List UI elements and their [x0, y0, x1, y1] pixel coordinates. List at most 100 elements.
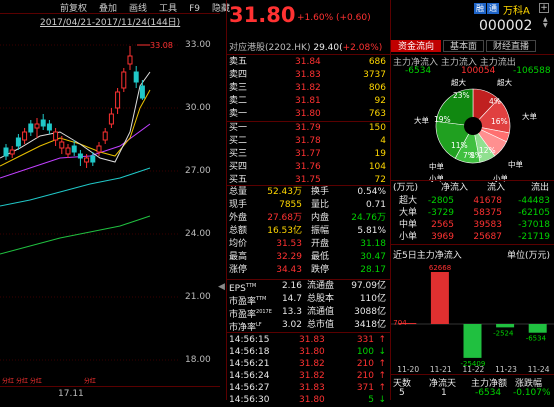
candle-body: [108, 113, 114, 125]
pie-pct-label: 4%: [489, 97, 501, 106]
x-axis-label: 17.11: [58, 389, 84, 399]
candle-body: [15, 137, 21, 147]
info-tabs[interactable]: 资金流向 基本面 财经直播: [391, 40, 538, 52]
sell-row[interactable]: 卖二 31.81 92: [227, 95, 390, 108]
pie-pct-label: 16%: [491, 117, 508, 126]
candle-body: [139, 85, 145, 99]
flow-panel: 融 通 万科A + 000002 ▲ ▼ 资金流向 基本面 财经直播 主力净流入 主力…: [391, 0, 554, 400]
candle-body: [115, 91, 121, 109]
stock-name: 万科A: [503, 6, 530, 17]
flow-bar-xtick: 11-22: [463, 365, 485, 374]
stat-row: 现手 7855 量比 0.71: [229, 200, 386, 210]
candle-body: [53, 131, 59, 141]
ma-green: [0, 215, 151, 255]
badge-rong: 融: [474, 3, 486, 14]
sell-row[interactable]: 卖一 31.80 763: [227, 108, 390, 121]
collapse-handle[interactable]: ◀: [218, 282, 226, 296]
candle-body: [28, 123, 34, 133]
kline-panel[interactable]: 前复权 叠加 画线 工具 F9 隐藏 2017/04/21-2017/11/24(144日…: [0, 0, 230, 400]
stat-row: 涨停 34.43 跌停 28.17: [229, 265, 386, 275]
flow-table-header: (万元) 净流入 流入 流出: [393, 183, 550, 193]
five-day-flow-chart: 70411-206266811-21-2540911-22-252411-23-…: [391, 264, 554, 374]
tab-fundamentals[interactable]: 基本面: [443, 40, 485, 52]
candle-body: [121, 71, 127, 89]
flow-bar: [430, 272, 449, 324]
candle-body: [9, 149, 15, 155]
flow-bar-xtick: 11-21: [430, 365, 452, 374]
flow-bar-xtick: 11-20: [397, 365, 419, 374]
candle-body: [59, 141, 65, 149]
candle-body: [65, 147, 71, 155]
candle-body: [46, 123, 52, 131]
stat-row: 均价 31.53 开盘 31.18: [229, 239, 386, 249]
buy-row[interactable]: 买二 31.78 4: [227, 135, 390, 148]
ma-cyan: [0, 167, 151, 207]
candle-body: [90, 155, 96, 163]
tab-live[interactable]: 财经直播: [486, 40, 537, 52]
stat-row: 外盘 27.68万 内盘 24.76万: [229, 213, 386, 223]
flow-bar-label: 62668: [429, 264, 451, 272]
pie-category-label: 中单: [429, 161, 444, 171]
pie-pct-label: 23%: [453, 91, 470, 100]
fund-row: 市盈率2017E 13.3 流通值 3088亿: [229, 307, 386, 320]
pie-pct-label: 12%: [479, 146, 496, 155]
tick-direction-icon: ↓: [378, 395, 386, 405]
buy-row[interactable]: 买一 31.79 150: [227, 122, 390, 135]
ma-yellow: [0, 89, 151, 167]
candle-body: [102, 131, 108, 141]
pie-pct-label: 19%: [434, 115, 451, 124]
pie-category-label: 超大: [451, 77, 466, 87]
candle-body: [71, 145, 77, 153]
candle-body: [133, 71, 139, 83]
fund-row: 市盈率TTM 14.7 总股本 110亿: [229, 294, 386, 307]
hk-price-row[interactable]: 对应港股(2202.HK) 29.40(+2.08%): [229, 40, 382, 53]
candle-body: [96, 145, 102, 153]
code-scroll-icon[interactable]: ▲ ▼: [543, 17, 548, 29]
date-range: 2017/04/21-2017/11/24(144日): [40, 18, 181, 28]
fund-row: 市净率LF 3.02 总市值 3418亿: [229, 320, 386, 333]
sell-row[interactable]: 卖三 31.82 806: [227, 82, 390, 95]
price-change: +1.60% (+0.60): [297, 13, 371, 23]
flow-bar-label: -2524: [493, 329, 514, 337]
last-price: 31.80: [229, 3, 296, 27]
candle-body: [22, 131, 28, 141]
flow-bar-label: 704: [393, 319, 407, 327]
flow-table-row: 小单 3969 25687 -21719: [399, 232, 550, 242]
pie-hole: [464, 117, 482, 135]
flow-bar: [463, 324, 482, 358]
flow-bar-xtick: 11-23: [495, 365, 517, 374]
sell-row[interactable]: 卖五 31.84 686: [227, 56, 390, 69]
flow-bar-label: -6534: [526, 335, 547, 343]
stock-code: 000002: [479, 18, 533, 34]
badge-tong: 通: [487, 3, 499, 14]
pie-category-label: 超大: [497, 77, 512, 87]
flow-bar-xtick: 11-24: [528, 365, 550, 374]
stat-row: 总量 52.43万 换手 0.54%: [229, 187, 386, 197]
fund-row: EPSTTM 2.16 流通盘 97.09亿: [229, 281, 386, 294]
pie-category-label: 大单: [522, 111, 537, 121]
pie-pct-label: 11%: [451, 141, 468, 150]
candle-body: [127, 55, 133, 65]
flow-bar: [528, 324, 547, 333]
kline-chart: 33.08: [0, 41, 180, 361]
candle-body: [77, 153, 83, 159]
tab-fund-flow[interactable]: 资金流向: [391, 40, 442, 52]
dividend-marks: 分红 分红 分红 分红: [2, 378, 96, 385]
candle-body: [3, 147, 9, 157]
candle-body: [84, 157, 90, 163]
pie-category-label: 大单: [414, 115, 429, 125]
quote-panel: 31.80 +1.60% (+0.60) 对应港股(2202.HK) 29.40…: [227, 0, 390, 405]
flow-bar: [496, 324, 515, 328]
buy-row[interactable]: 买四 31.76 104: [227, 161, 390, 174]
stat-row: 总额 16.53亿 振幅 5.81%: [229, 226, 386, 236]
stat-row: 最高 32.29 最低 30.47: [229, 252, 386, 262]
sell-row[interactable]: 卖四 31.83 3737: [227, 69, 390, 82]
candle-body: [34, 123, 40, 129]
candle-body: [40, 119, 46, 127]
add-watch-button[interactable]: +: [539, 3, 549, 13]
pie-category-label: 中单: [508, 159, 523, 169]
buy-row[interactable]: 买三 31.77 19: [227, 148, 390, 161]
high-label: 33.08: [150, 41, 173, 50]
tick-row: 14:56:30 31.80 5 ↓: [229, 395, 386, 405]
flow-pie: 23%19%11%7%8%12%16%4%超大 超大大单 大单中单 中单小单 小单: [414, 77, 537, 182]
